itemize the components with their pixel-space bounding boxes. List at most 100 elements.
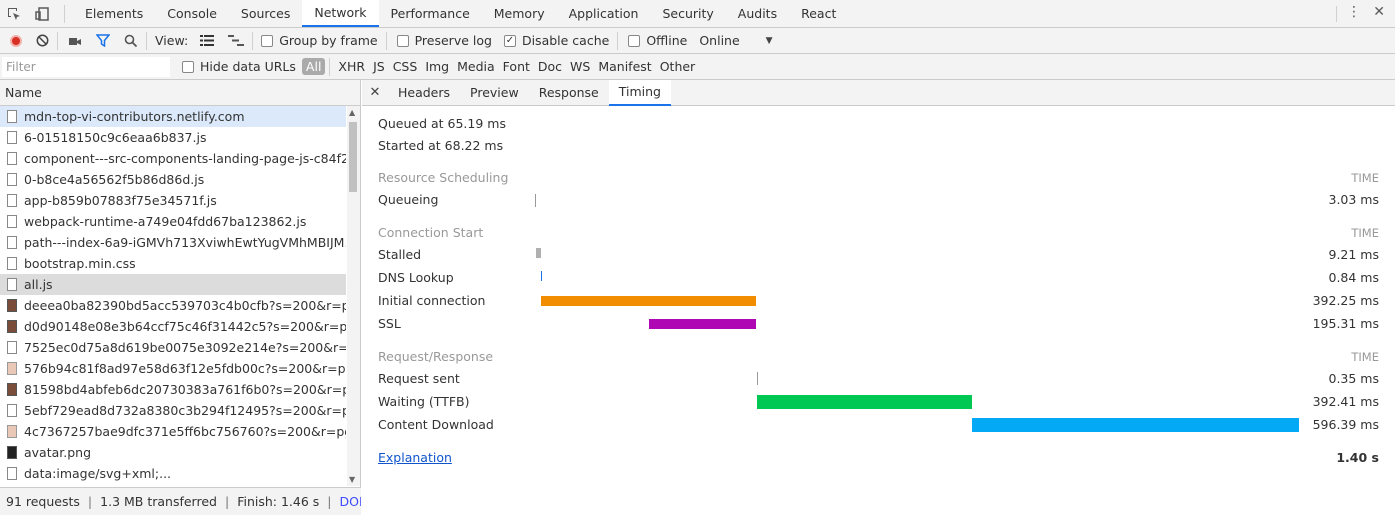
filter-type-manifest[interactable]: Manifest — [594, 59, 655, 74]
document-icon — [7, 110, 17, 123]
group-by-frame-label: Group by frame — [279, 33, 378, 48]
tab-response[interactable]: Response — [529, 80, 609, 106]
filter-type-doc[interactable]: Doc — [534, 59, 566, 74]
tab-sources[interactable]: Sources — [229, 0, 302, 27]
image-thumbnail-icon — [7, 383, 17, 396]
request-name: data:image/svg+xml;... — [24, 466, 172, 481]
request-list: mdn-top-vi-contributors.netlify.com 6-01… — [0, 106, 346, 486]
request-name: component---src-components-landing-page-… — [24, 151, 346, 166]
filter-icon — [96, 34, 110, 47]
section-request-response: Request/Response — [378, 349, 494, 364]
request-row[interactable]: path---index-6a9-iGMVh713XviwhEwtYugVMhM… — [0, 232, 346, 253]
filter-type-media[interactable]: Media — [453, 59, 499, 74]
clear-button[interactable] — [36, 34, 49, 47]
dns-lookup-value: 0.84 ms — [1328, 270, 1380, 285]
request-row[interactable]: d0d90148e08e3b64ccf75c46f31442c5?s=200&r… — [0, 316, 346, 337]
image-thumbnail-icon — [7, 362, 17, 375]
tab-elements[interactable]: Elements — [73, 0, 155, 27]
tab-memory[interactable]: Memory — [482, 0, 557, 27]
search-button[interactable] — [124, 34, 138, 48]
request-row[interactable]: webpack-runtime-a749e04fdd67ba123862.js — [0, 211, 346, 232]
devtools-tab-bar: Elements Console Sources Network Perform… — [0, 0, 1395, 28]
request-row[interactable]: 6-01518150c9c6eaa6b837.js — [0, 127, 346, 148]
separator: | — [87, 494, 93, 509]
scroll-up-icon[interactable]: ▲ — [349, 108, 355, 117]
request-row[interactable]: component---src-components-landing-page-… — [0, 148, 346, 169]
hide-data-urls-checkbox[interactable]: Hide data URLs — [182, 59, 296, 74]
tab-performance[interactable]: Performance — [379, 0, 482, 27]
inspect-element-icon[interactable] — [0, 0, 28, 27]
time-column-label: TIME — [1351, 226, 1379, 240]
filter-type-js[interactable]: JS — [369, 59, 389, 74]
tab-timing[interactable]: Timing — [608, 79, 671, 106]
scroll-down-icon[interactable]: ▼ — [349, 475, 355, 484]
tab-preview[interactable]: Preview — [460, 80, 529, 106]
device-toolbar-icon[interactable] — [28, 0, 56, 27]
filter-type-ws[interactable]: WS — [566, 59, 594, 74]
request-row[interactable]: 7525ec0d75a8d619be0075e3092e214e?s=200&r… — [0, 337, 346, 358]
request-row[interactable]: bootstrap.min.css — [0, 253, 346, 274]
request-sent-value: 0.35 ms — [1328, 371, 1380, 386]
request-row[interactable]: deeea0ba82390bd5acc539703c4b0cfb?s=200&r… — [0, 295, 346, 316]
toolbar-divider — [329, 57, 331, 76]
filter-type-font[interactable]: Font — [499, 59, 534, 74]
request-row[interactable]: 0-b8ce4a56562f5b86d86d.js — [0, 169, 346, 190]
overview-button[interactable] — [228, 35, 245, 46]
request-row[interactable]: avatar.png — [0, 442, 346, 463]
request-list-scrollbar[interactable]: ▲ ▼ — [347, 106, 360, 486]
filter-type-css[interactable]: CSS — [389, 59, 422, 74]
separator: | — [224, 494, 230, 509]
explanation-link[interactable]: Explanation — [378, 450, 452, 465]
request-row[interactable]: 81598bd4abfeb6dc20730383a761f6b0?s=200&r… — [0, 379, 346, 400]
tab-audits[interactable]: Audits — [726, 0, 789, 27]
throttling-select[interactable]: Online ▼ — [699, 33, 772, 48]
network-summary-bar: 91 requests | 1.3 MB transferred | Finis… — [0, 487, 361, 515]
toolbar-divider — [57, 31, 58, 50]
file-icon — [7, 194, 17, 207]
request-name: path---index-6a9-iGMVh713XviwhEwtYugVMhM… — [24, 235, 346, 250]
large-request-rows-button[interactable] — [200, 35, 215, 46]
filter-toggle-button[interactable] — [96, 34, 110, 47]
tab-security[interactable]: Security — [650, 0, 725, 27]
tab-headers[interactable]: Headers — [388, 80, 460, 106]
close-icon[interactable]: ✕ — [1373, 4, 1385, 20]
stalled-value: 9.21 ms — [1328, 247, 1380, 262]
finish-time: Finish: 1.46 s — [237, 494, 320, 509]
file-icon — [7, 467, 17, 480]
filter-input[interactable]: Filter — [2, 56, 170, 77]
close-details-icon[interactable]: ✕ — [362, 85, 388, 100]
request-row[interactable]: app-b859b07883f75e34571f.js — [0, 190, 346, 211]
offline-checkbox[interactable]: Offline — [628, 33, 687, 48]
preserve-log-checkbox[interactable]: Preserve log — [396, 33, 492, 48]
capture-screenshots-button[interactable] — [68, 35, 82, 47]
dns-lookup-label: DNS Lookup — [378, 270, 454, 285]
tab-console[interactable]: Console — [155, 0, 229, 27]
tab-application[interactable]: Application — [557, 0, 651, 27]
stalled-label: Stalled — [378, 247, 422, 262]
dropdown-arrow-icon: ▼ — [765, 35, 773, 46]
tab-react[interactable]: React — [789, 0, 848, 27]
search-icon — [124, 34, 138, 47]
filter-type-xhr[interactable]: XHR — [334, 59, 369, 74]
name-column-header[interactable]: Name — [0, 80, 360, 106]
request-name: mdn-top-vi-contributors.netlify.com — [24, 109, 245, 124]
file-icon — [7, 173, 17, 186]
more-options-icon[interactable]: ⋮ — [1347, 4, 1361, 20]
filter-type-img[interactable]: Img — [421, 59, 453, 74]
file-icon — [7, 131, 17, 144]
request-row[interactable]: mdn-top-vi-contributors.netlify.com — [0, 106, 346, 127]
request-row[interactable]: 4c7367257bae9dfc371e5ff6bc756760?s=200&r… — [0, 421, 346, 442]
tab-network[interactable]: Network — [302, 0, 379, 27]
request-row[interactable]: all.js — [0, 274, 346, 295]
request-row[interactable]: 576b94c81f8ad97e58d63f12e5fdb00c?s=200&r… — [0, 358, 346, 379]
disable-cache-checkbox[interactable]: ✓ Disable cache — [503, 33, 609, 48]
filter-type-all[interactable]: All — [301, 58, 326, 75]
request-row[interactable]: 5ebf729ead8d732a8380c3b294f12495?s=200&r… — [0, 400, 346, 421]
toolbar-divider — [252, 31, 254, 50]
request-row[interactable]: data:image/svg+xml;... — [0, 463, 346, 484]
group-by-frame-checkbox[interactable]: Group by frame — [261, 33, 378, 48]
scrollbar-thumb[interactable] — [349, 122, 357, 192]
filter-type-other[interactable]: Other — [656, 59, 700, 74]
record-button[interactable] — [10, 34, 22, 47]
request-name: 6-01518150c9c6eaa6b837.js — [24, 130, 207, 145]
